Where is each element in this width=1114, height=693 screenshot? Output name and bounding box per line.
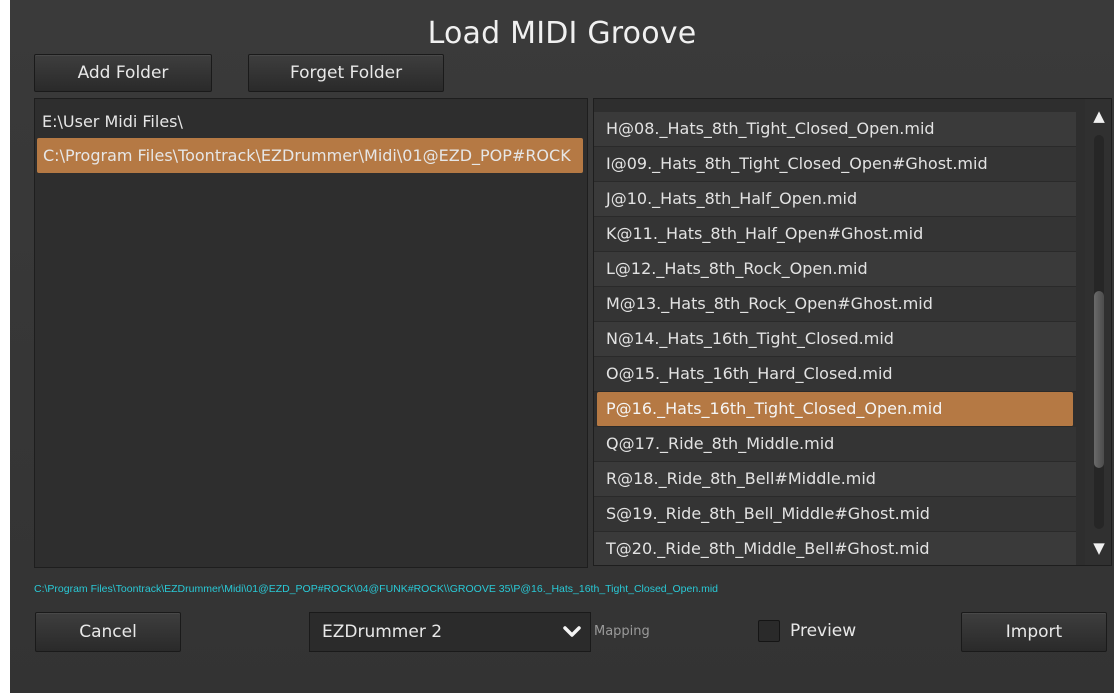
file-row[interactable]: K@11._Hats_8th_Half_Open#Ghost.mid [594,217,1076,252]
file-row-label: N@14._Hats_16th_Tight_Closed.mid [606,329,894,348]
file-row[interactable]: O@15._Hats_16th_Hard_Closed.mid [594,357,1076,392]
selected-file-path: C:\Program Files\Toontrack\EZDrummer\Mid… [34,583,718,595]
file-row-label: L@12._Hats_8th_Rock_Open.mid [606,259,868,278]
mapping-label: Mapping [594,624,650,639]
load-midi-groove-dialog: Load MIDI Groove Add Folder Forget Folde… [10,0,1114,693]
file-row[interactable]: S@19._Ride_8th_Bell_Middle#Ghost.mid [594,497,1076,532]
scroll-up-arrow-icon[interactable]: ▲ [1085,101,1111,131]
folder-item-label: E:\User Midi Files\ [42,112,183,131]
file-row-label: H@08._Hats_8th_Tight_Closed_Open.mid [606,119,935,138]
file-row[interactable]: N@14._Hats_16th_Tight_Closed.mid [594,322,1076,357]
file-row-label: J@10._Hats_8th_Half_Open.mid [606,189,858,208]
file-row-label: Q@17._Ride_8th_Middle.mid [606,434,835,453]
file-row[interactable]: M@13._Hats_8th_Rock_Open#Ghost.mid [594,287,1076,322]
scroll-down-arrow-icon[interactable]: ▼ [1085,533,1111,563]
file-row-label: P@16._Hats_16th_Tight_Closed_Open.mid [606,399,943,418]
folder-item-user-midi-files[interactable]: E:\User Midi Files\ [35,104,587,139]
file-list-scrollbar[interactable]: ▲ ▼ [1085,99,1111,565]
chevron-down-icon [562,613,582,651]
file-row[interactable]: J@10._Hats_8th_Half_Open.mid [594,182,1076,217]
add-folder-button[interactable]: Add Folder [34,54,212,92]
cancel-button[interactable]: Cancel [35,612,181,652]
file-row[interactable]: I@09._Hats_8th_Tight_Closed_Open#Ghost.m… [594,147,1076,182]
file-row[interactable]: H@08._Hats_8th_Tight_Closed_Open.mid [594,112,1076,147]
file-row-selected[interactable]: P@16._Hats_16th_Tight_Closed_Open.mid [597,392,1073,427]
file-row-partial[interactable]: G@07._Hats_8th_Hard_Closed#Ghost.mid [594,98,1076,99]
preview-label: Preview [790,621,857,641]
dialog-title: Load MIDI Groove [427,16,697,51]
scroll-thumb[interactable] [1094,291,1104,469]
file-row-label: M@13._Hats_8th_Rock_Open#Ghost.mid [606,294,933,313]
mapping-select-value: EZDrummer 2 [322,622,443,642]
file-row-label: S@19._Ride_8th_Bell_Middle#Ghost.mid [606,504,930,523]
file-row-label: R@18._Ride_8th_Bell#Middle.mid [606,469,876,488]
mapping-select[interactable]: EZDrummer 2 [309,612,591,652]
folder-item-ezdrummer-midi[interactable]: C:\Program Files\Toontrack\EZDrummer\Mid… [37,138,583,173]
folder-item-label: C:\Program Files\Toontrack\EZDrummer\Mid… [43,146,571,165]
preview-checkbox[interactable] [758,620,780,642]
file-row[interactable]: L@12._Hats_8th_Rock_Open.mid [594,252,1076,287]
file-row[interactable]: Q@17._Ride_8th_Middle.mid [594,427,1076,462]
file-row-label: O@15._Hats_16th_Hard_Closed.mid [606,364,893,383]
file-row-label: K@11._Hats_8th_Half_Open#Ghost.mid [606,224,924,243]
import-button[interactable]: Import [961,612,1107,652]
file-row-label: T@20._Ride_8th_Middle_Bell#Ghost.mid [606,539,930,558]
file-list[interactable]: G@07._Hats_8th_Hard_Closed#Ghost.mid H@08… [593,98,1112,566]
file-row-label: I@09._Hats_8th_Tight_Closed_Open#Ghost.m… [606,154,988,173]
forget-folder-button[interactable]: Forget Folder [248,54,444,92]
scroll-track[interactable] [1094,135,1104,529]
file-row[interactable]: R@18._Ride_8th_Bell#Middle.mid [594,462,1076,497]
folder-list[interactable]: E:\User Midi Files\ C:\Program Files\Too… [34,98,588,568]
file-row[interactable]: T@20._Ride_8th_Middle_Bell#Ghost.mid [594,532,1076,565]
